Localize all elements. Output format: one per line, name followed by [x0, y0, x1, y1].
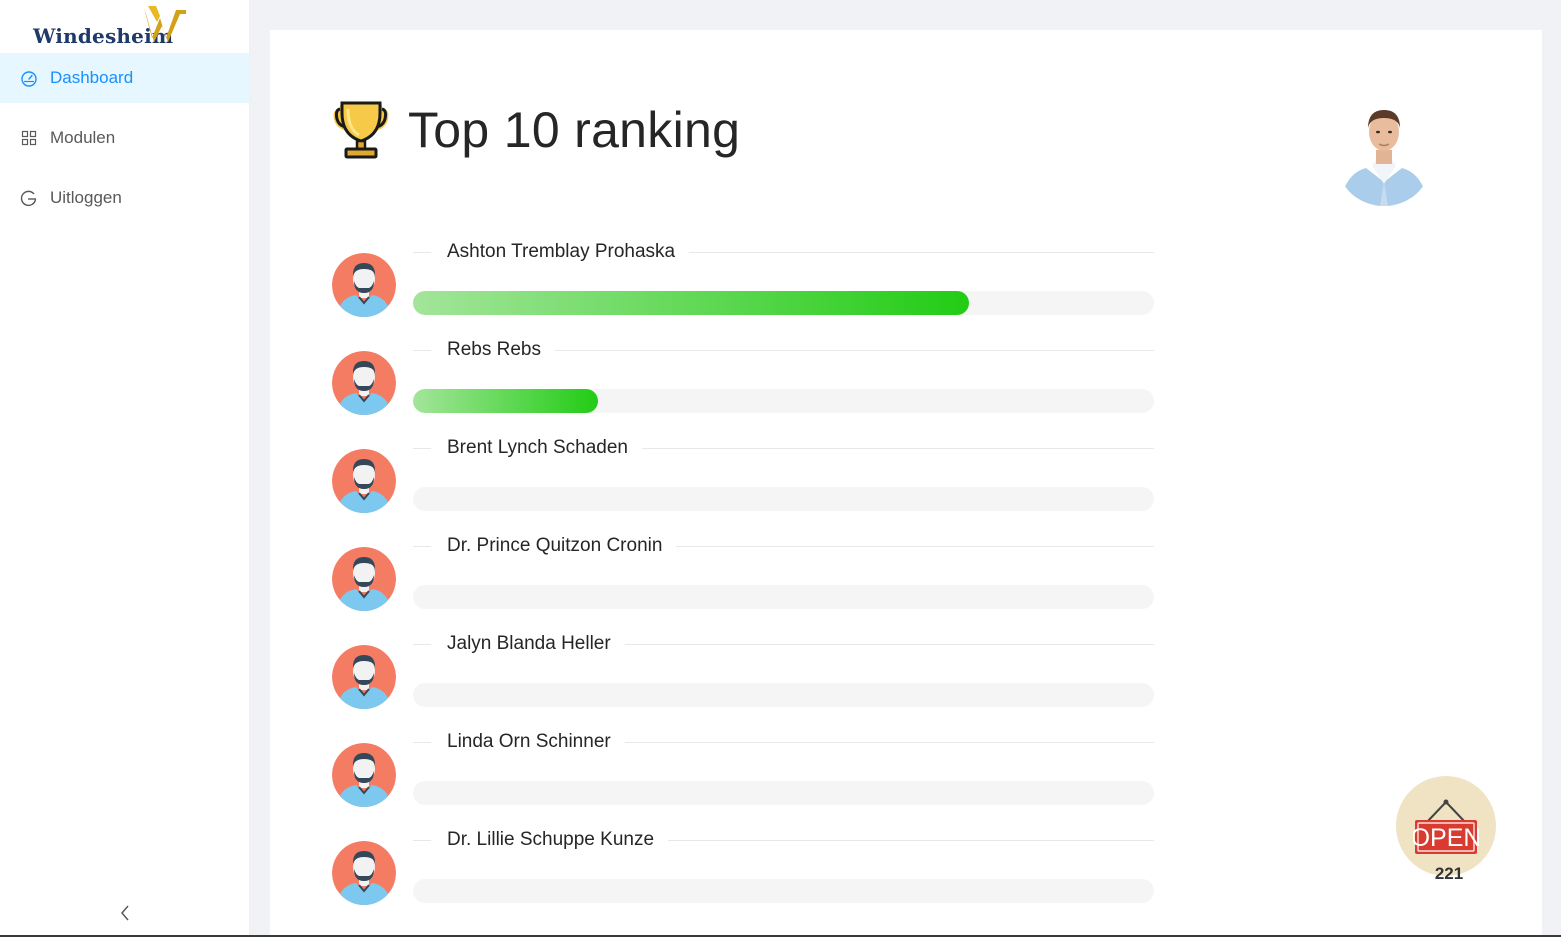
student-name: Linda Orn Schinner [447, 731, 611, 752]
user-avatar[interactable] [1336, 102, 1432, 206]
progress-bar [413, 683, 1154, 707]
student-avatar [332, 743, 396, 807]
open-label: OPEN [1413, 824, 1479, 852]
ranking-row: Jalyn Blanda Heller [332, 630, 1154, 728]
open-count: 221 [1434, 864, 1464, 883]
open-badge[interactable]: OPEN 221 [1396, 776, 1496, 886]
sidebar-item-label: Dashboard [50, 68, 134, 87]
student-name: Rebs Rebs [447, 339, 541, 360]
name-divider: Dr. Lillie Schuppe Kunze [413, 826, 1154, 854]
name-divider: Dr. Prince Quitzon Cronin [413, 532, 1154, 560]
progress-bar [413, 487, 1154, 511]
ranking-entry: Jalyn Blanda Heller [413, 630, 1154, 707]
ranking-row: Rebs Rebs [332, 336, 1154, 434]
dashboard-icon [20, 69, 38, 87]
collapse-sidebar-button[interactable] [112, 900, 138, 926]
ranking-row: Dr. Prince Quitzon Cronin [332, 532, 1154, 630]
ranking-row: Ashton Tremblay Prohaska [332, 238, 1154, 336]
student-avatar [332, 841, 396, 905]
progress-bar [413, 585, 1154, 609]
student-avatar [332, 547, 396, 611]
chevron-left-icon [121, 905, 129, 921]
progress-fill [413, 291, 969, 315]
name-divider: Linda Orn Schinner [413, 728, 1154, 756]
sidebar-item-dashboard[interactable]: Dashboard [0, 53, 249, 103]
name-divider: Jalyn Blanda Heller [413, 630, 1154, 658]
sidebar: Windesheim Dashboard Modulen Uitloggen [0, 0, 250, 937]
student-name: Jalyn Blanda Heller [447, 633, 611, 654]
main-content: Top 10 ranking Ashton Tremblay Prohaska R… [270, 30, 1542, 937]
student-avatar [332, 645, 396, 709]
ranking-entry: Brent Lynch Schaden [413, 434, 1154, 511]
page-header: Top 10 ranking [332, 98, 740, 162]
progress-bar [413, 781, 1154, 805]
student-avatar [332, 253, 396, 317]
appstore-icon [20, 129, 38, 147]
ranking-list: Ashton Tremblay Prohaska Rebs Rebs Brent L… [332, 238, 1154, 924]
ranking-row: Brent Lynch Schaden [332, 434, 1154, 532]
sidebar-item-label: Uitloggen [50, 188, 122, 207]
sidebar-menu: Dashboard Modulen Uitloggen [0, 53, 249, 233]
name-divider: Brent Lynch Schaden [413, 434, 1154, 462]
sidebar-item-uitloggen[interactable]: Uitloggen [0, 173, 249, 223]
ranking-entry: Ashton Tremblay Prohaska [413, 238, 1154, 315]
progress-bar [413, 389, 1154, 413]
progress-bar [413, 879, 1154, 903]
sidebar-item-label: Modulen [50, 128, 116, 147]
ranking-entry: Rebs Rebs [413, 336, 1154, 413]
windesheim-logo[interactable]: Windesheim [30, 4, 190, 50]
student-name: Dr. Lillie Schuppe Kunze [447, 829, 655, 850]
logo-w-mark-icon [144, 6, 186, 42]
progress-bar [413, 291, 1154, 315]
student-name: Ashton Tremblay Prohaska [447, 241, 676, 262]
ranking-row: Linda Orn Schinner [332, 728, 1154, 826]
trophy-icon [333, 101, 389, 159]
logout-icon [20, 189, 38, 207]
ranking-entry: Dr. Lillie Schuppe Kunze [413, 826, 1154, 903]
ranking-row: Dr. Lillie Schuppe Kunze [332, 826, 1154, 924]
sidebar-item-modulen[interactable]: Modulen [0, 113, 249, 163]
student-avatar [332, 449, 396, 513]
open-sign-icon: OPEN [1413, 799, 1479, 854]
student-name: Dr. Prince Quitzon Cronin [447, 535, 663, 556]
ranking-entry: Linda Orn Schinner [413, 728, 1154, 805]
student-avatar [332, 351, 396, 415]
name-divider: Ashton Tremblay Prohaska [413, 238, 1154, 266]
ranking-entry: Dr. Prince Quitzon Cronin [413, 532, 1154, 609]
progress-fill [413, 389, 599, 413]
name-divider: Rebs Rebs [413, 336, 1154, 364]
student-name: Brent Lynch Schaden [447, 437, 628, 458]
page-title: Top 10 ranking [408, 102, 741, 158]
